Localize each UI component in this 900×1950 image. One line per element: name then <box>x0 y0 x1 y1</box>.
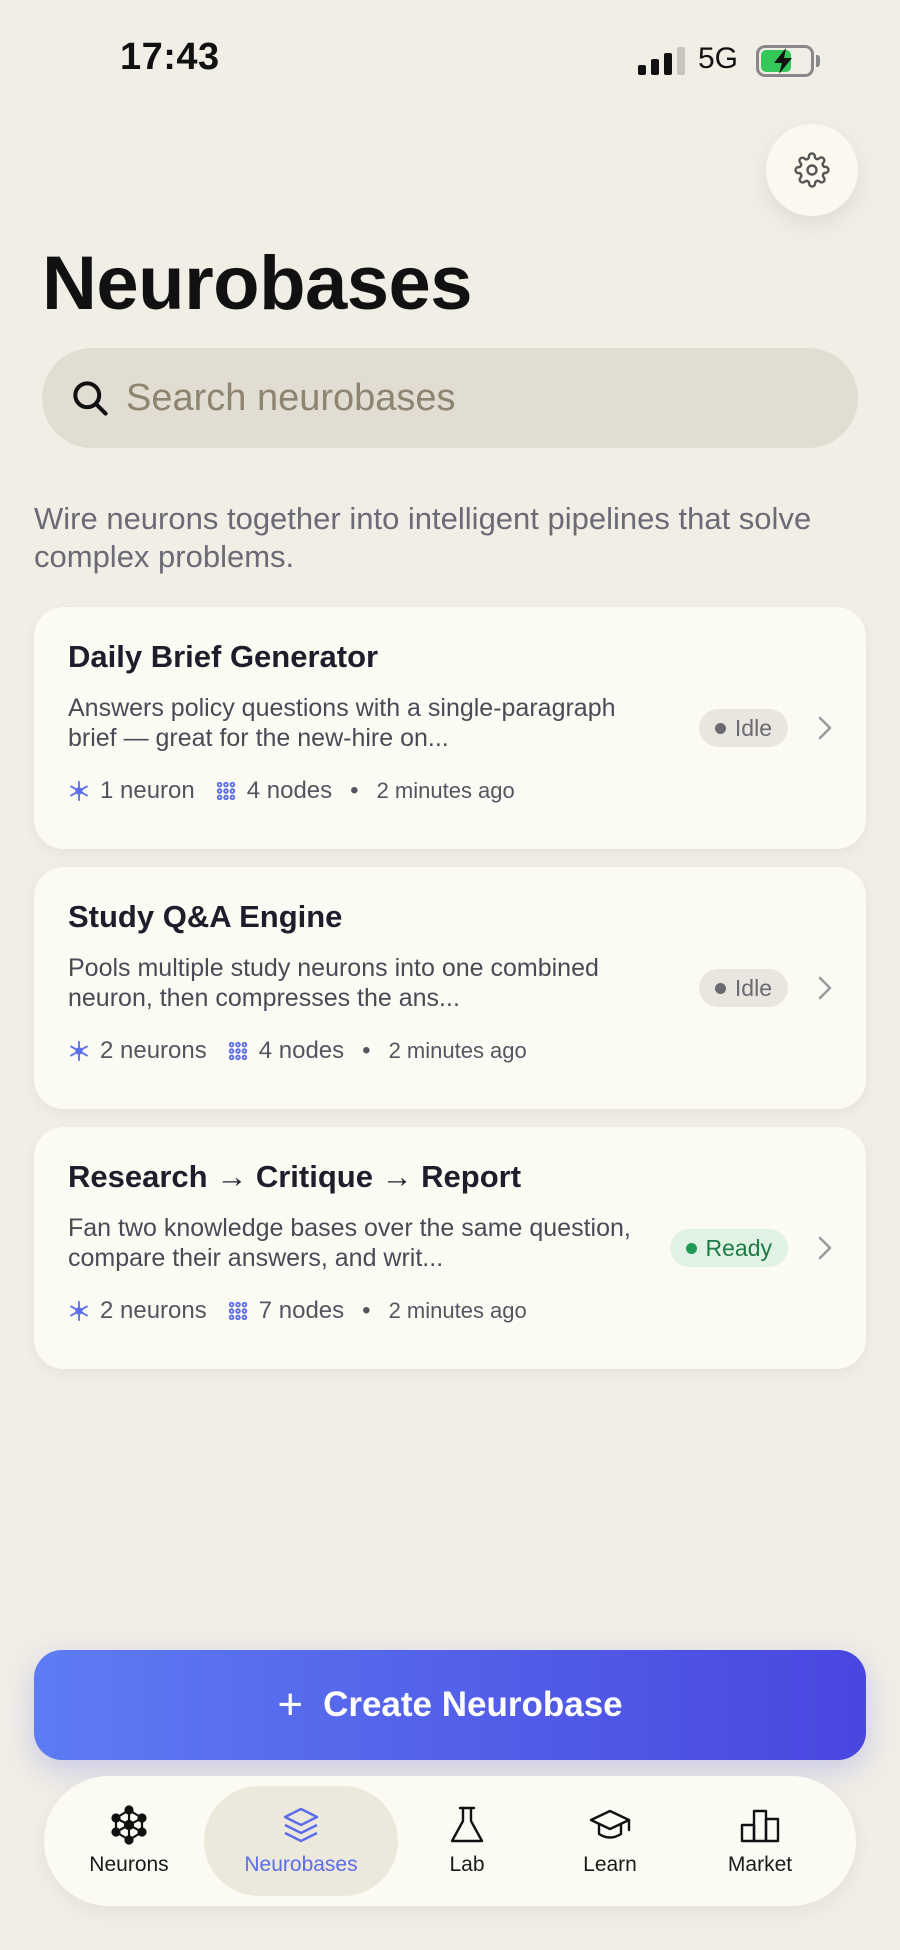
status-time: 17:43 <box>120 36 220 78</box>
node-count: 4 nodes <box>246 777 333 804</box>
flask-icon <box>450 1806 484 1843</box>
create-button-label: Create Neurobase <box>323 1685 623 1724</box>
tab-neurons[interactable]: Neurons <box>54 1786 204 1896</box>
search-bar[interactable] <box>42 348 858 448</box>
neurobase-card[interactable]: Daily Brief Generator Answers policy que… <box>34 607 866 849</box>
card-meta: 2 neurons 7 nodes • 2 minutes ago <box>68 1297 527 1325</box>
intro-text: Wire neurons together into intelligent p… <box>34 501 812 574</box>
nodes-grid-icon <box>228 1041 247 1061</box>
graduation-cap-icon <box>589 1809 631 1839</box>
status-badge: Idle <box>698 709 788 747</box>
snowflake-icon <box>70 1040 88 1062</box>
search-icon <box>73 381 108 416</box>
status-dot-icon <box>714 722 726 734</box>
layers-icon <box>283 1807 319 1843</box>
snowflake-icon <box>70 1300 88 1322</box>
chevron-right-icon <box>818 976 832 1000</box>
status-label: Idle <box>734 974 772 1001</box>
tab-neurobases[interactable]: Neurobases <box>204 1786 398 1896</box>
status-dot-icon <box>685 1242 697 1254</box>
status-bar: 17:43 5G <box>0 0 900 120</box>
status-badge: Idle <box>698 969 788 1007</box>
meta-separator: • <box>362 1037 371 1064</box>
node-count: 4 nodes <box>258 1037 345 1064</box>
battery-icon <box>756 45 820 77</box>
search-input[interactable] <box>126 376 826 420</box>
tab-lab[interactable]: Lab <box>399 1786 535 1896</box>
nodes-grid-icon <box>228 1301 247 1321</box>
settings-button[interactable] <box>766 124 858 216</box>
tab-market[interactable]: Market <box>685 1786 835 1896</box>
tab-label: Lab <box>449 1853 485 1876</box>
status-dot-icon <box>714 982 726 994</box>
node-count: 7 nodes <box>258 1297 345 1324</box>
nodes-grid-icon <box>216 781 235 801</box>
meta-separator: • <box>350 777 359 804</box>
neuron-count: 1 neuron <box>100 777 195 804</box>
page-title: Neurobases <box>42 241 473 326</box>
updated-time: 2 minutes ago <box>388 1298 527 1323</box>
status-label: Ready <box>705 1234 772 1261</box>
tab-label: Market <box>727 1853 793 1876</box>
neuron-count: 2 neurons <box>100 1297 207 1324</box>
chevron-right-icon <box>818 1236 832 1260</box>
plus-icon: + <box>277 1680 304 1729</box>
tab-label: Neurons <box>89 1853 169 1876</box>
card-description: Pools multiple study neurons into one co… <box>68 954 599 1012</box>
neuron-network-icon <box>111 1805 147 1845</box>
neuron-count: 2 neurons <box>100 1037 207 1064</box>
status-badge: Ready <box>669 1229 788 1267</box>
neurobase-card[interactable]: Study Q&A Engine Pools multiple study ne… <box>34 867 866 1109</box>
status-label: Idle <box>734 714 772 741</box>
podium-icon <box>740 1809 780 1843</box>
chevron-right-icon <box>818 716 832 740</box>
tab-learn[interactable]: Learn <box>535 1786 685 1896</box>
neurobase-card[interactable]: Research → Critique → Report Fan two kno… <box>34 1127 866 1369</box>
updated-time: 2 minutes ago <box>376 778 515 803</box>
network-label: 5G <box>698 42 739 75</box>
tab-bar: Neurons Neurobases Lab Learn Market <box>44 1776 856 1906</box>
updated-time: 2 minutes ago <box>388 1038 527 1063</box>
tab-label: Neurobases <box>244 1853 358 1876</box>
create-neurobase-button[interactable]: + Create Neurobase <box>34 1650 866 1760</box>
gear-icon <box>794 152 830 188</box>
card-meta: 1 neuron 4 nodes • 2 minutes ago <box>68 777 515 805</box>
signal-icon <box>638 47 686 75</box>
meta-separator: • <box>362 1297 371 1324</box>
card-title: Study Q&A Engine <box>68 899 343 934</box>
card-description: Fan two knowledge bases over the same qu… <box>68 1214 631 1272</box>
snowflake-icon <box>70 780 88 802</box>
card-meta: 2 neurons 4 nodes • 2 minutes ago <box>68 1037 527 1065</box>
card-title: Research → Critique → Report <box>68 1159 522 1194</box>
tab-label: Learn <box>583 1853 637 1876</box>
card-description: Answers policy questions with a single-p… <box>68 694 616 752</box>
card-title: Daily Brief Generator <box>68 639 379 674</box>
